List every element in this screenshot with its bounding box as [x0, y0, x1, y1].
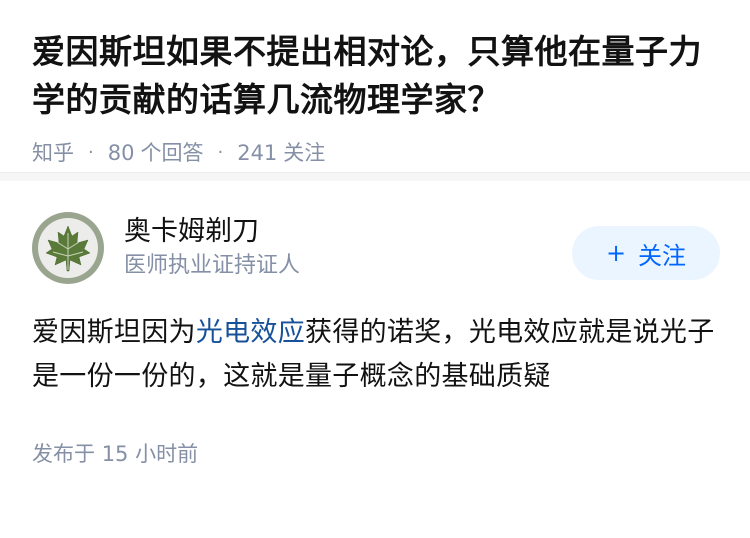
answer-content[interactable]: 爱因斯坦因为光电效应获得的诺奖，光电效应就是说光子是一份一份的，这就是量子概念的…	[32, 311, 720, 399]
followers-label: 关注	[283, 141, 326, 165]
time-label: 发布于	[32, 442, 95, 466]
answer-time: 发布于 15 小时前	[32, 439, 720, 469]
question-meta: 知乎 · 80 个回答 · 241 关注	[32, 138, 720, 168]
follow-button[interactable]: + 关注	[572, 226, 720, 280]
section-divider	[0, 172, 750, 181]
author-title: 医师执业证持证人	[124, 253, 301, 278]
plus-icon: +	[605, 239, 627, 267]
author-row: 奥卡姆剃刀 医师执业证持证人 + 关注	[32, 211, 720, 285]
followers-count: 241	[237, 141, 278, 165]
answer-card: 奥卡姆剃刀 医师执业证持证人 + 关注 爱因斯坦因为光电效应获得的诺奖，光电效应…	[0, 181, 750, 469]
separator-dot: ·	[217, 142, 224, 163]
author-info: 奥卡姆剃刀 医师执业证持证人	[124, 214, 572, 282]
answer-text-before: 爱因斯坦因为	[32, 317, 196, 348]
photoelectric-effect-link[interactable]: 光电效应	[196, 317, 305, 348]
source-label[interactable]: 知乎	[32, 138, 74, 168]
question-header: 爱因斯坦如果不提出相对论，只算他在量子力学的贡献的话算几流物理学家？ 知乎 · …	[0, 0, 750, 172]
question-title[interactable]: 爱因斯坦如果不提出相对论，只算他在量子力学的贡献的话算几流物理学家？	[32, 28, 720, 124]
separator-dot: ·	[88, 142, 94, 163]
time-value: 15 小时前	[101, 442, 199, 466]
answers-count: 80	[107, 141, 135, 165]
author-name[interactable]: 奥卡姆剃刀	[124, 214, 572, 250]
maple-leaf-icon	[38, 218, 98, 278]
avatar[interactable]	[32, 212, 104, 284]
answers-label: 个回答	[140, 141, 204, 165]
follow-label: 关注	[638, 241, 687, 270]
